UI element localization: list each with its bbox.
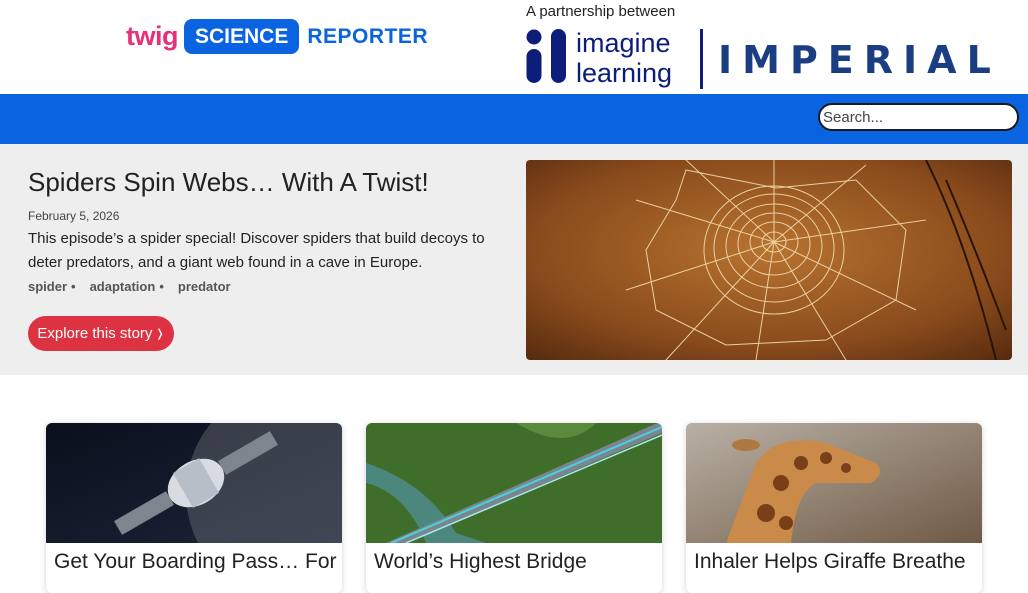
brand-reporter: REPORTER xyxy=(307,24,429,48)
imagine-learning-icon xyxy=(526,29,542,83)
featured-date: February 5, 2026 xyxy=(28,209,120,223)
brand-science: SCIENCE xyxy=(184,18,300,54)
site-header: twig SCIENCE REPORTER A partnership betw… xyxy=(0,0,1028,94)
tag-list: spider • adaptation • predator xyxy=(28,279,245,294)
imagine-learning-l-icon xyxy=(551,29,566,83)
story-card[interactable]: Get Your Boarding Pass… For xyxy=(46,423,342,593)
card-title[interactable]: Get Your Boarding Pass… For xyxy=(54,550,337,574)
tag-label: adaptation xyxy=(89,279,156,294)
chevron-right-icon: ❭ xyxy=(155,328,165,340)
spider-web-image[interactable] xyxy=(526,160,1012,360)
twig-science-reporter-logo[interactable]: twig SCIENCE REPORTER xyxy=(126,16,428,56)
explore-label: Explore this story xyxy=(37,325,153,342)
bridge-image xyxy=(366,423,662,543)
giraffe-image xyxy=(686,423,982,543)
tag-label: spider xyxy=(28,279,68,294)
story-card[interactable]: Inhaler Helps Giraffe Breathe xyxy=(686,423,982,593)
tag-spider[interactable]: spider • xyxy=(28,279,76,294)
card-title[interactable]: Inhaler Helps Giraffe Breathe xyxy=(694,550,966,574)
card-title[interactable]: World’s Highest Bridge xyxy=(374,550,587,574)
featured-description: This episode’s a spider special! Discove… xyxy=(28,230,485,271)
imperial-logo: IMPERIAL xyxy=(718,38,1001,82)
tag-predator[interactable]: predator xyxy=(178,279,231,294)
tag-adaptation[interactable]: adaptation • xyxy=(90,279,164,294)
brand-twig: twig xyxy=(126,20,179,51)
featured-title[interactable]: Spiders Spin Webs… With A Twist! xyxy=(28,167,429,198)
imagine-learning-wordmark: imagine learning xyxy=(576,28,672,88)
partner-divider xyxy=(700,29,703,89)
partnership-text: A partnership between xyxy=(526,3,676,20)
learning-text: learning xyxy=(576,58,673,88)
imagine-text: imagine xyxy=(576,28,671,58)
explore-story-button[interactable]: Explore this story ❭ xyxy=(28,316,174,351)
tag-label: predator xyxy=(177,279,231,294)
spacecraft-image xyxy=(46,423,342,543)
story-card[interactable]: World’s Highest Bridge xyxy=(366,423,662,593)
search-input[interactable] xyxy=(818,103,1019,131)
